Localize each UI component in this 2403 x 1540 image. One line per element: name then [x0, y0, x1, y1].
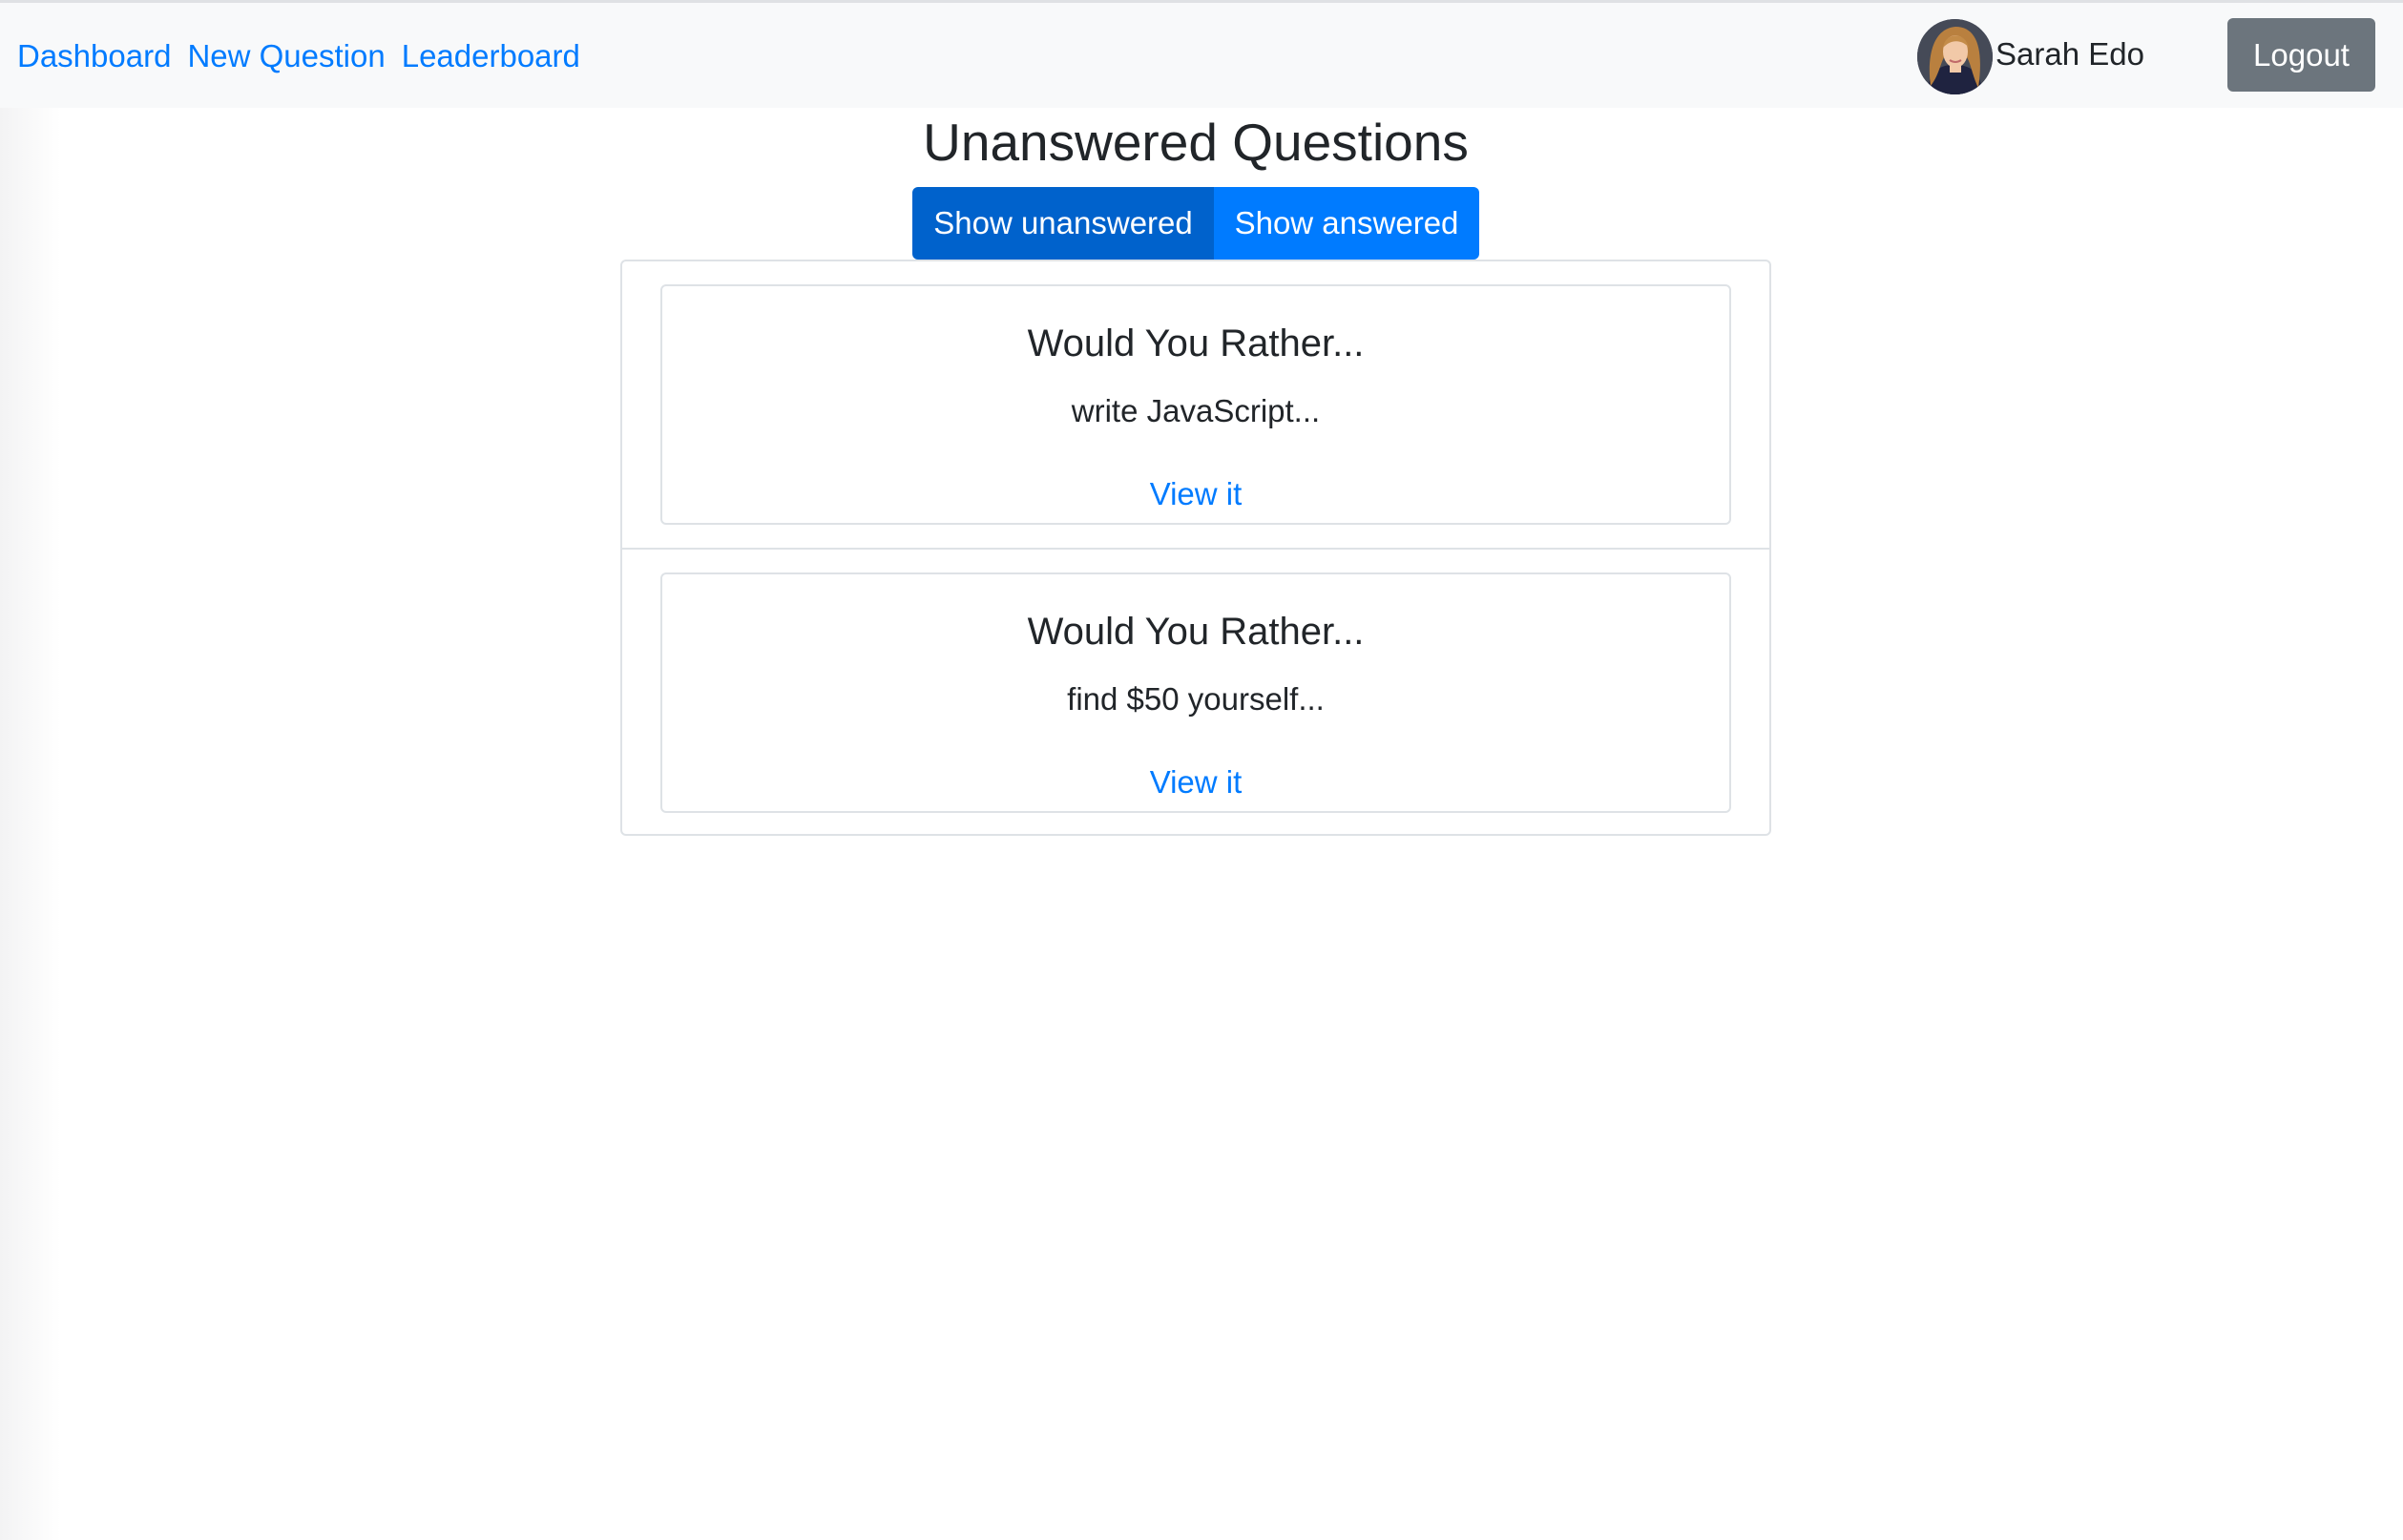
question-option-preview: write JavaScript... — [1071, 393, 1321, 428]
navbar: Dashboard New Question Leaderboard Sarah… — [0, 3, 2403, 108]
view-question-link[interactable]: View it — [662, 475, 1729, 513]
avatar — [1917, 19, 1993, 94]
show-answered-button[interactable]: Show answered — [1214, 187, 1479, 260]
question-card: Would You Rather... write JavaScript... … — [660, 284, 1731, 525]
question-card-title: Would You Rather... — [1027, 611, 1365, 653]
nav-link-dashboard[interactable]: Dashboard — [17, 37, 171, 75]
nav-link-new-question[interactable]: New Question — [187, 37, 385, 75]
page-title: Unanswered Questions — [923, 113, 1469, 172]
question-list: Would You Rather... write JavaScript... … — [620, 260, 1771, 836]
logout-button[interactable]: Logout — [2227, 18, 2375, 92]
question-card-title: Would You Rather... — [1027, 323, 1365, 364]
user-name: Sarah Edo — [1996, 36, 2144, 72]
show-unanswered-button[interactable]: Show unanswered — [912, 187, 1214, 260]
user-avatar-photo — [1917, 19, 1993, 94]
question-filter-toggle: Show unanswered Show answered — [912, 187, 1479, 260]
nav-links: Dashboard New Question Leaderboard — [17, 37, 580, 75]
question-option-preview: find $50 yourself... — [1067, 681, 1325, 717]
list-divider — [622, 548, 1769, 550]
nav-link-leaderboard[interactable]: Leaderboard — [402, 37, 580, 75]
view-question-link[interactable]: View it — [662, 763, 1729, 801]
question-card: Would You Rather... find $50 yourself...… — [660, 572, 1731, 813]
